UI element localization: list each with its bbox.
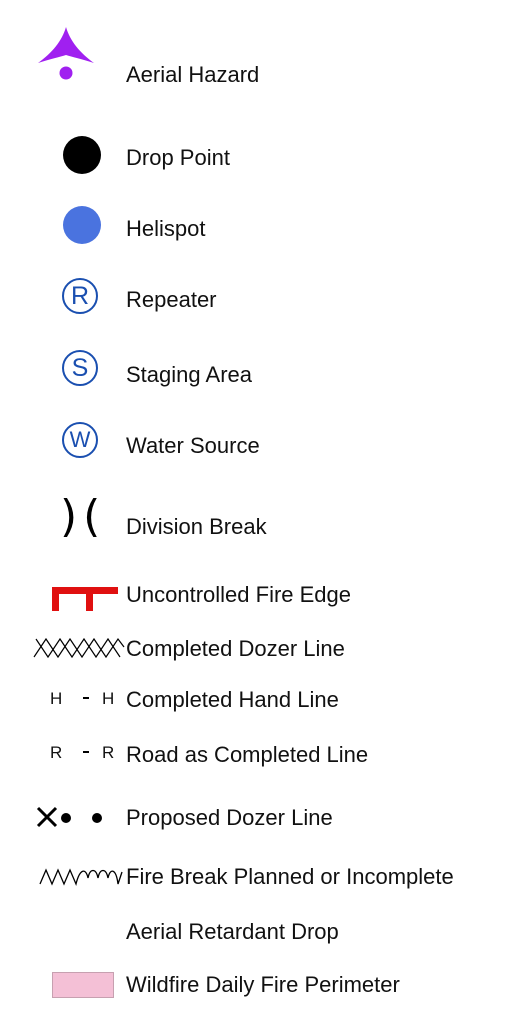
legend-item-drop-point: Drop Point [0, 130, 523, 180]
hand-line-letter-left: H [50, 689, 63, 708]
water-source-icon: W [62, 422, 98, 458]
helispot-icon [63, 206, 101, 244]
hand-line-letter-right: H [102, 689, 115, 708]
legend-label: Uncontrolled Fire Edge [126, 582, 352, 607]
legend-item-proposed-dozer-line: Proposed Dozer Line [0, 800, 523, 836]
road-line-letter-right: R [102, 743, 115, 762]
proposed-dozer-line-icon [36, 806, 102, 828]
drop-point-icon [63, 136, 101, 174]
hand-line-dash [83, 697, 89, 699]
legend-item-uncontrolled-fire-edge: Uncontrolled Fire Edge [0, 580, 523, 614]
legend-label: Division Break [126, 514, 267, 539]
completed-hand-line-icon: H H [50, 684, 126, 714]
legend-item-repeater: R Repeater [0, 278, 523, 322]
road-completed-line-icon: R R [50, 740, 126, 770]
legend-item-fire-perimeter: Wildfire Daily Fire Perimeter [0, 968, 523, 1004]
legend-label: Helispot [126, 216, 206, 241]
legend-item-staging-area: S Staging Area [0, 350, 523, 394]
road-line-letter-left: R [50, 743, 63, 762]
legend-label: Fire Break Planned or Incomplete [126, 864, 454, 889]
fire-perimeter-icon [52, 972, 114, 998]
legend-label: Water Source [126, 433, 260, 458]
legend-item-completed-dozer-line: Completed Dozer Line [0, 634, 523, 664]
map-legend: Aerial Hazard Drop Point Helispot R Repe… [0, 0, 523, 1015]
repeater-icon: R [62, 278, 98, 314]
legend-item-aerial-hazard: Aerial Hazard [0, 20, 523, 90]
legend-label: Completed Hand Line [126, 687, 339, 712]
legend-item-completed-hand-line: H H Completed Hand Line [0, 684, 523, 714]
uncontrolled-fire-edge-icon [52, 587, 118, 611]
legend-label: Repeater [126, 287, 217, 312]
legend-label: Staging Area [126, 362, 252, 387]
legend-item-road-completed-line: R R Road as Completed Line [0, 740, 523, 770]
legend-label: Aerial Retardant Drop [126, 919, 339, 944]
road-line-dash [83, 751, 89, 753]
legend-item-helispot: Helispot [0, 200, 523, 250]
legend-item-division-break: )( Division Break [0, 490, 523, 550]
aerial-hazard-icon [38, 27, 94, 80]
legend-item-fire-break-planned: Fire Break Planned or Incomplete [0, 862, 523, 892]
staging-area-icon: S [62, 350, 98, 386]
legend-label: Drop Point [126, 145, 230, 170]
legend-label: Completed Dozer Line [126, 636, 345, 661]
division-break-icon: )( [60, 491, 107, 542]
legend-item-aerial-retardant-drop: Aerial Retardant Drop [0, 916, 523, 946]
legend-label: Proposed Dozer Line [126, 805, 333, 830]
legend-label: Wildfire Daily Fire Perimeter [126, 972, 400, 997]
completed-dozer-line-icon [33, 637, 125, 659]
legend-item-water-source: W Water Source [0, 422, 523, 466]
fire-break-planned-icon [39, 868, 123, 887]
legend-label: Road as Completed Line [126, 742, 369, 767]
legend-label: Aerial Hazard [126, 62, 260, 87]
aerial-retardant-drop-icon [52, 918, 114, 942]
